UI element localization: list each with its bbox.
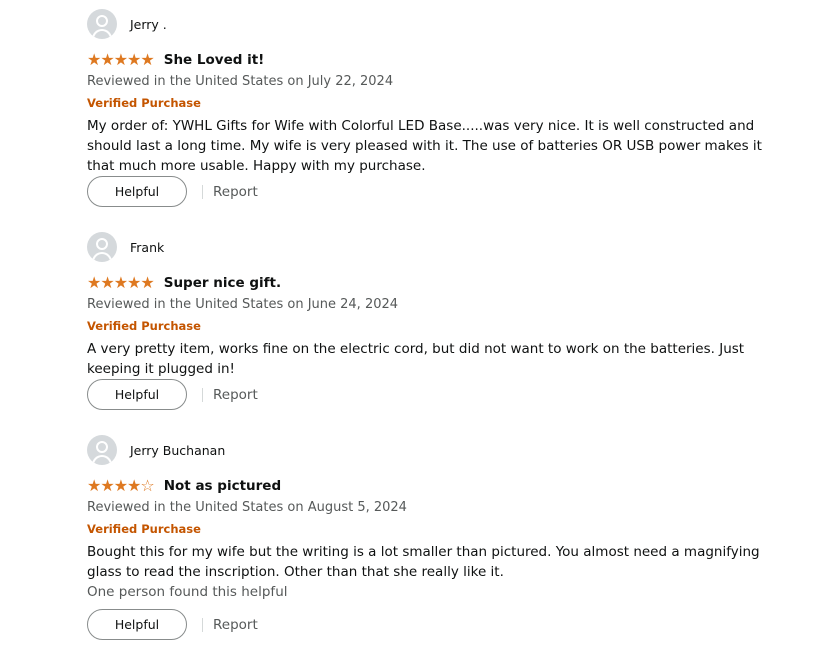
helpful-count-text: One person found this helpful	[87, 584, 288, 600]
reviewer-profile[interactable]: Jerry .	[87, 8, 167, 40]
review-actions: Helpful Report	[87, 609, 258, 640]
reviewer-name[interactable]: Jerry Buchanan	[130, 443, 225, 458]
avatar-icon[interactable]	[87, 9, 117, 39]
review-date: Reviewed in the United States on June 24…	[87, 297, 399, 312]
review-body: A very pretty item, works fine on the el…	[87, 341, 745, 377]
action-divider	[202, 184, 203, 199]
action-divider	[202, 387, 203, 402]
review-date: Reviewed in the United States on July 22…	[87, 74, 394, 89]
reviewer-name[interactable]: Jerry .	[130, 17, 167, 32]
verified-purchase-badge[interactable]: Verified Purchase	[87, 522, 201, 536]
verified-purchase-badge[interactable]: Verified Purchase	[87, 96, 201, 110]
review-actions: Helpful Report	[87, 176, 258, 207]
star-rating-icon[interactable]: ★★★★★	[87, 52, 155, 68]
review-title[interactable]: Super nice gift.	[164, 275, 281, 291]
review-body: My order of: YWHL Gifts for Wife with Co…	[87, 118, 762, 174]
verified-purchase-badge[interactable]: Verified Purchase	[87, 319, 201, 333]
reviewer-profile[interactable]: Frank	[87, 231, 164, 263]
action-divider	[202, 617, 203, 632]
reviewer-name[interactable]: Frank	[130, 240, 164, 255]
review-title[interactable]: Not as pictured	[164, 478, 281, 494]
review-title[interactable]: She Loved it!	[164, 52, 265, 68]
avatar-icon[interactable]	[87, 435, 117, 465]
avatar-icon[interactable]	[87, 232, 117, 262]
helpful-button[interactable]: Helpful	[87, 379, 187, 410]
report-link[interactable]: Report	[213, 387, 258, 403]
review-title-row: ★★★★★ She Loved it!	[87, 50, 264, 70]
reviewer-profile[interactable]: Jerry Buchanan	[87, 434, 225, 466]
helpful-button[interactable]: Helpful	[87, 176, 187, 207]
review-item: Frank ★★★★★ Super nice gift. Reviewed in…	[87, 231, 777, 411]
review-actions: Helpful Report	[87, 379, 258, 410]
review-title-row: ★★★★★ Super nice gift.	[87, 273, 281, 293]
star-rating-icon[interactable]: ★★★★☆	[87, 478, 155, 494]
review-body: Bought this for my wife but the writing …	[87, 544, 760, 580]
star-rating-icon[interactable]: ★★★★★	[87, 275, 155, 291]
report-link[interactable]: Report	[213, 617, 258, 633]
helpful-button[interactable]: Helpful	[87, 609, 187, 640]
report-link[interactable]: Report	[213, 184, 258, 200]
review-item: Jerry . ★★★★★ She Loved it! Reviewed in …	[87, 8, 777, 208]
review-item: Jerry Buchanan ★★★★☆ Not as pictured Rev…	[87, 434, 777, 649]
review-date: Reviewed in the United States on August …	[87, 500, 407, 515]
review-title-row: ★★★★☆ Not as pictured	[87, 476, 281, 496]
